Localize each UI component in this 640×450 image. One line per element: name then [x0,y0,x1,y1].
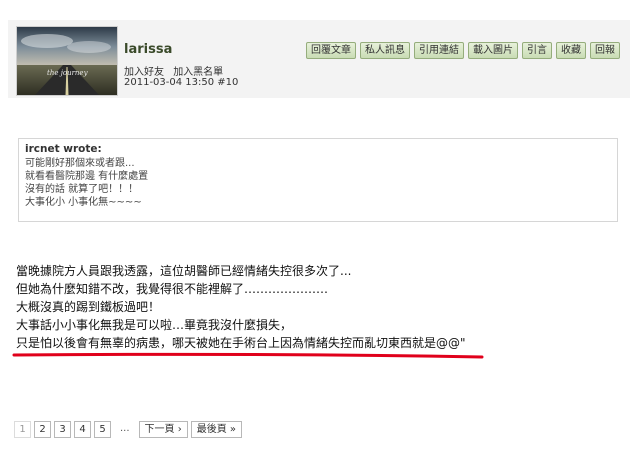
quote-box: ircnet wrote: 可能剛好那個來或者跟... 就看看醫院那邊 有什麼處… [18,138,618,222]
page-2-link[interactable]: 2 [34,421,51,438]
report-button[interactable]: 回報 [590,42,620,59]
page-4-link[interactable]: 4 [74,421,91,438]
body-line: 大概沒真的踢到鐵板過吧！ [16,300,161,314]
body-line: 只是怕以後會有無辜的病患，哪天被她在手術台上因為情緒失控而亂切東西就是@@" [16,336,466,350]
user-links: 加入好友 加入黑名單 [124,63,229,78]
quote-line: 沒有的話 就算了吧！！！ [25,184,139,195]
red-underline-annotation [12,352,484,359]
user-avatar[interactable]: the journey [16,26,118,96]
favorite-button[interactable]: 收藏 [556,42,586,59]
quote-header: ircnet wrote: [25,143,102,155]
body-line: 大事話小小事化無我是可以啦…畢竟我沒什麼損失， [16,318,293,332]
page-1-current: 1 [14,421,31,438]
next-page-button[interactable]: 下一頁 › [138,421,188,438]
post-timestamp: 2011-03-04 13:50 #10 [124,77,239,88]
body-line: 但她為什麼知錯不改，我覺得很不能裡解了………………… [16,282,329,296]
pagination-ellipsis: ... [114,421,136,436]
quote-line: 可能剛好那個來或者跟... [25,158,135,169]
post-header: the journey larissa 加入好友 加入黑名單 2011-03-0… [8,20,630,98]
username[interactable]: larissa [124,42,172,57]
avatar-caption: the journey [47,69,88,77]
quote-line: 就看看醫院那邊 有什麼處置 [25,171,149,182]
body-line: 當晚據院方人員跟我透露，這位胡醫師已經情緒失控很多次了... [16,264,352,278]
post-actions: 回覆文章 私人訊息 引用連結 載入圖片 引言 收藏 回報 [306,42,620,59]
page-5-link[interactable]: 5 [94,421,111,438]
page-3-link[interactable]: 3 [54,421,71,438]
post-body: 當晚據院方人員跟我透露，這位胡醫師已經情緒失控很多次了... 但她為什麼知錯不改… [16,262,626,352]
reply-button[interactable]: 回覆文章 [306,42,356,59]
private-message-button[interactable]: 私人訊息 [360,42,410,59]
last-page-button[interactable]: 最後頁 » [190,421,243,438]
pagination: 1 2 3 4 5 ... 下一頁 › 最後頁 » [14,421,243,438]
avatar-road-image [17,27,117,95]
load-images-button[interactable]: 載入圖片 [468,42,518,59]
quote-link-button[interactable]: 引用連結 [414,42,464,59]
quote-button[interactable]: 引言 [522,42,552,59]
quote-line: 大事化小 小事化無~~~~ [25,197,142,208]
